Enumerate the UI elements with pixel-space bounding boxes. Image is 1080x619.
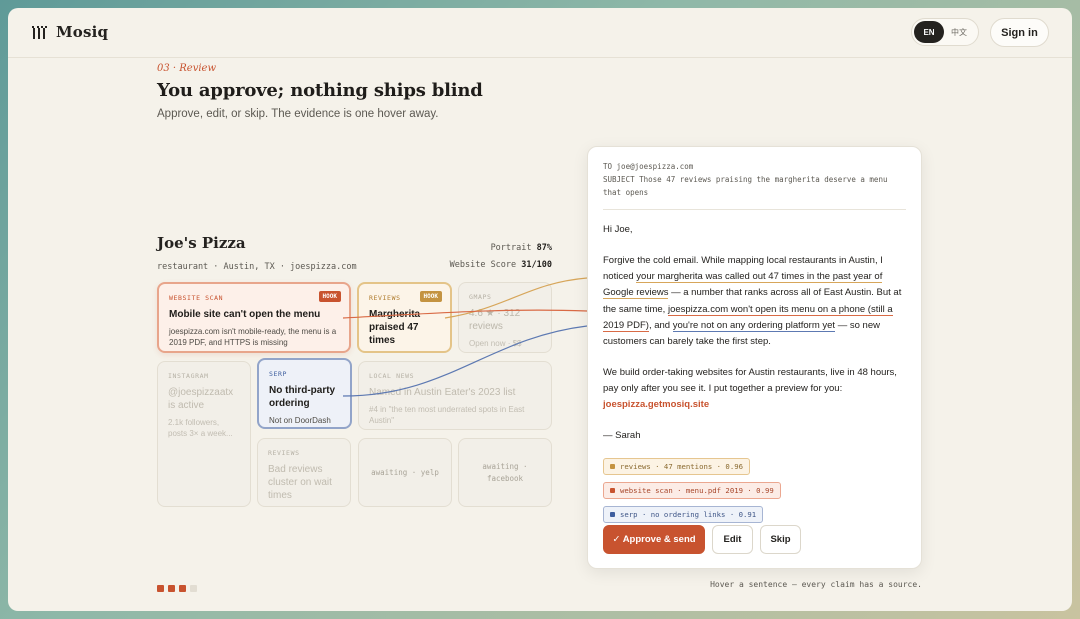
card-body: #4 in "the ten most underrated spots in … — [369, 405, 525, 426]
sign-in-button[interactable]: Sign in — [990, 18, 1049, 47]
business-meta: restaurant · Austin, TX · joespizza.com — [157, 262, 357, 272]
preview-link[interactable]: joespizza.getmosiq.site — [603, 399, 709, 410]
section-eyebrow: 03 · Review — [157, 63, 217, 74]
card-title: Named in Austin Eater's 2023 list — [369, 387, 516, 398]
logo[interactable]: Mosiq — [32, 23, 108, 41]
lang-en-option[interactable]: EN — [914, 21, 944, 43]
card-serp[interactable]: SERP No third-party ordering Not on Door… — [257, 358, 352, 429]
edit-button[interactable]: Edit — [712, 525, 753, 554]
portrait-stat: Portrait 87% — [491, 243, 552, 253]
card-tag: REVIEWS — [268, 449, 300, 457]
website-score-stat: Website Score 31/100 — [450, 260, 552, 270]
awaiting-label: awaiting · facebook — [482, 461, 528, 483]
card-title: 4.6 ★ · 312 reviews — [469, 308, 521, 332]
pager-dot-active[interactable] — [179, 585, 186, 592]
card-website-scan[interactable]: WEBSITE SCAN HOOK Mobile site can't open… — [157, 282, 351, 353]
evidence-chip-website-scan[interactable]: website scan · menu.pdf 2019 · 0.99 — [603, 481, 781, 499]
portrait-label: Portrait — [490, 243, 532, 253]
swatch-icon — [610, 511, 615, 517]
pager-dot[interactable] — [157, 585, 164, 592]
card-awaiting-facebook: awaiting · facebook — [458, 438, 552, 507]
awaiting-label: awaiting · yelp — [371, 467, 439, 477]
lang-zh-option[interactable]: 中文 — [944, 21, 974, 43]
logo-icon — [32, 25, 47, 39]
approve-send-button[interactable]: ✓ Approve & send — [603, 525, 705, 554]
email-signoff: — Sarah — [603, 429, 641, 441]
score-value: 31/100 — [521, 260, 552, 270]
swatch-icon — [610, 463, 615, 469]
email-greeting: Hi Joe, — [603, 224, 633, 236]
email-subject: SUBJECT Those 47 reviews praising the ma… — [603, 174, 888, 197]
pager-dots — [157, 585, 197, 592]
hook-badge: HOOK — [318, 291, 341, 302]
card-title: Mobile site can't open the menu — [169, 309, 321, 320]
brand-name: Mosiq — [56, 23, 109, 41]
evidence-chips: reviews · 47 mentions · 0.96 website sca… — [603, 457, 906, 523]
card-tag: LOCAL NEWS — [369, 372, 415, 380]
card-tag: SERP — [269, 370, 288, 378]
business-name: Joe's Pizza — [157, 234, 246, 252]
evidence-chip-reviews[interactable]: reviews · 47 mentions · 0.96 — [603, 457, 751, 475]
skip-button[interactable]: Skip — [760, 525, 801, 554]
page-title: You approve; nothing ships blind — [157, 80, 483, 101]
card-gmaps[interactable]: GMAPS 4.6 ★ · 312 reviews Open now · $$ — [458, 282, 552, 353]
card-tag: GMAPS — [469, 293, 492, 301]
action-buttons: ✓ Approve & send Edit Skip — [603, 525, 801, 554]
claim-serp[interactable]: you're not on any ordering platform yet — [672, 319, 836, 332]
hook-badge: HOOK — [419, 291, 442, 302]
divider — [603, 209, 906, 211]
app-frame: Mosiq EN 中文 Sign in 03 · Review You appr… — [8, 8, 1072, 611]
language-switch[interactable]: EN 中文 — [911, 18, 979, 46]
card-reviews[interactable]: REVIEWS HOOK Margherita praised 47 times — [357, 282, 452, 353]
email-paragraph-2: We build order-taking websites for Austi… — [603, 366, 897, 411]
hover-hint: Hover a sentence — every claim has a sou… — [710, 580, 922, 589]
pager-dot[interactable] — [168, 585, 175, 592]
card-instagram[interactable]: INSTAGRAM @joespizzaatx is active 2.1k f… — [157, 361, 251, 507]
card-reviews-wait[interactable]: REVIEWS Bad reviews cluster on wait time… — [257, 438, 351, 507]
swatch-icon — [610, 487, 615, 493]
score-label: Website Score — [449, 260, 517, 270]
page-subtitle: Approve, edit, or skip. The evidence is … — [157, 108, 439, 120]
card-tag: INSTAGRAM — [168, 372, 209, 380]
card-awaiting-yelp: awaiting · yelp — [358, 438, 452, 507]
card-title: Margherita praised 47 times — [369, 309, 421, 346]
card-title: No third-party ordering — [269, 385, 336, 409]
card-body: Open now · $$ — [469, 339, 522, 348]
email-paragraph-1: Forgive the cold email. While mapping lo… — [603, 254, 902, 348]
card-title: @joespizzaatx is active — [168, 387, 234, 411]
card-title: Bad reviews cluster on wait times — [268, 464, 332, 501]
card-body: joespizza.com isn't mobile-ready, the me… — [169, 327, 337, 348]
email-preview-panel: TO joe@joespizza.com SUBJECT Those 47 re… — [587, 146, 922, 569]
card-body: 2.1k followers, posts 3× a week... — [168, 418, 233, 439]
top-bar: Mosiq EN 中文 Sign in — [8, 8, 1072, 58]
email-to: TO joe@joespizza.com — [603, 162, 694, 171]
pager-dot[interactable] — [190, 585, 197, 592]
card-tag: WEBSITE SCAN — [169, 294, 224, 302]
email-body: Hi Joe, Forgive the cold email. While ma… — [603, 222, 906, 444]
portrait-value: 87% — [536, 243, 552, 253]
evidence-chip-serp[interactable]: serp · no ordering links · 0.91 — [603, 505, 764, 523]
card-local-news[interactable]: LOCAL NEWS Named in Austin Eater's 2023 … — [358, 361, 552, 430]
card-body: Not on DoorDash — [269, 416, 331, 425]
